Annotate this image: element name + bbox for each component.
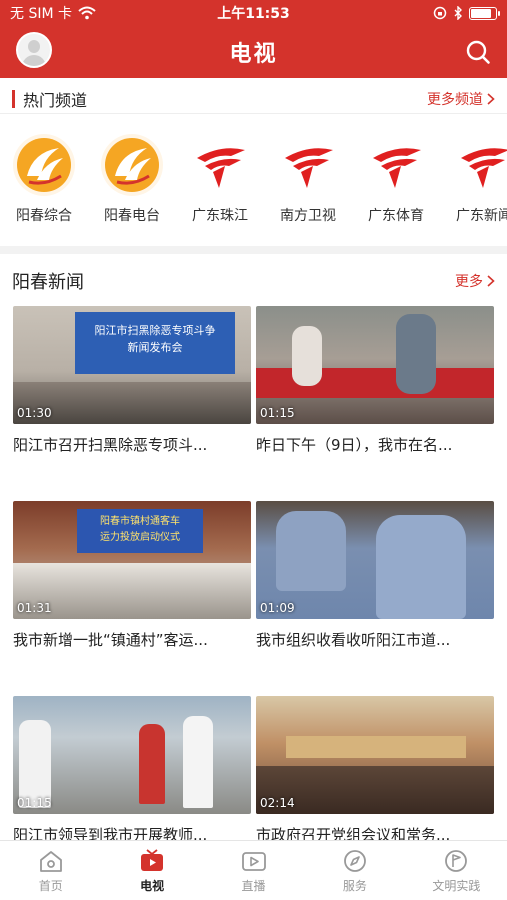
video-duration: 01:30 [17, 406, 52, 420]
news-header: 阳春新闻 更多 [0, 264, 507, 298]
tab-label: 首页 [38, 879, 63, 893]
news-title: 昨日下午（9日），我市在名... [256, 436, 453, 454]
chevron-right-icon [487, 92, 495, 105]
app-header: 电视 [0, 26, 507, 78]
more-channels-link[interactable]: 更多频道 [427, 89, 495, 109]
news-card[interactable]: 01:15 阳江市领导到我市开展教师... [13, 696, 251, 845]
video-thumbnail[interactable]: 01:09 [256, 501, 494, 619]
channel-carousel[interactable]: 阳春综合 阳春电台 广东珠江 南方卫视 广东体育 广东新闻 [0, 126, 507, 236]
guangdong-tv-logo-icon [189, 134, 251, 196]
guangdong-tv-logo-icon [453, 134, 507, 196]
news-card[interactable]: 阳江市扫黑除恶专项斗争 新闻发布会 01:30 阳江市召开扫黑除恶专项斗... [13, 306, 251, 455]
more-news-label: 更多 [455, 274, 483, 290]
video-duration: 01:15 [17, 796, 52, 810]
channel-name: 广东体育 [368, 208, 424, 224]
tab-label: 文明实践 [432, 879, 481, 893]
news-card[interactable]: 阳春市镇村通客车 运力投放启动仪式 01:31 我市新增一批“镇通村”客运... [13, 501, 251, 650]
page-title: 电视 [229, 42, 278, 67]
status-bar: 无 SIM 卡 上午11:53 [0, 0, 507, 26]
channel-name: 南方卫视 [280, 208, 336, 224]
thumbnail-caption: 阳江市扫黑除恶专项斗争 新闻发布会 [75, 312, 235, 374]
channel-item[interactable]: 南方卫视 [268, 134, 348, 225]
compass-icon [344, 850, 366, 872]
video-thumbnail[interactable]: 01:15 [256, 306, 494, 424]
channel-name: 广东珠江 [192, 208, 248, 224]
news-title: 我市组织收看收听阳江市道... [256, 631, 451, 649]
channel-item[interactable]: 广东新闻 [444, 134, 507, 225]
channel-item[interactable]: 广东体育 [356, 134, 436, 225]
news-card[interactable]: 01:09 我市组织收看收听阳江市道... [256, 501, 494, 650]
section-divider [0, 246, 507, 254]
channel-name: 阳春综合 [16, 208, 72, 224]
more-channels-label: 更多频道 [427, 91, 483, 108]
video-thumbnail[interactable]: 阳江市扫黑除恶专项斗争 新闻发布会 01:30 [13, 306, 251, 424]
live-video-icon [241, 852, 266, 871]
tab-label: 直播 [241, 879, 266, 893]
home-icon [39, 851, 62, 872]
tv-icon [141, 849, 164, 871]
news-title: 阳江市召开扫黑除恶专项斗... [13, 436, 208, 454]
bottom-tab-bar: 首页 电视 直播 服务 文明实践 [0, 840, 507, 900]
channel-item[interactable]: 阳春电台 [92, 134, 172, 225]
battery-fill [471, 8, 491, 18]
yangchun-logo-icon [13, 134, 75, 196]
battery-icon [469, 6, 500, 20]
news-section-title: 阳春新闻 [12, 272, 84, 293]
user-avatar[interactable] [16, 32, 52, 68]
tab-home[interactable]: 首页 [0, 841, 101, 900]
channel-name: 阳春电台 [104, 208, 160, 224]
tab-label: 电视 [140, 879, 165, 893]
video-duration: 01:31 [17, 601, 52, 615]
chevron-right-icon [487, 275, 495, 287]
channel-item[interactable]: 阳春综合 [4, 134, 84, 225]
video-thumbnail[interactable]: 阳春市镇村通客车 运力投放启动仪式 01:31 [13, 501, 251, 619]
flag-badge-icon [445, 850, 468, 872]
search-icon[interactable] [465, 39, 491, 65]
news-title: 我市新增一批“镇通村”客运... [13, 631, 208, 649]
news-card[interactable]: 02:14 市政府召开党组会议和常务... [256, 696, 494, 845]
thumbnail-caption: 阳春市镇村通客车 运力投放启动仪式 [77, 509, 203, 553]
hot-channels-header: 热门频道 更多频道 [0, 84, 507, 114]
video-duration: 01:09 [260, 601, 295, 615]
tab-label: 服务 [342, 879, 367, 893]
guangdong-tv-logo-icon [365, 134, 427, 196]
video-thumbnail[interactable]: 01:15 [13, 696, 251, 814]
lock-rotation-icon [433, 6, 447, 20]
yangchun-logo-icon [101, 134, 163, 196]
video-duration: 02:14 [260, 796, 295, 810]
bluetooth-icon [454, 6, 462, 20]
tab-services[interactable]: 服务 [304, 841, 405, 900]
hot-channels-title: 热门频道 [23, 90, 88, 110]
wifi-icon [78, 6, 96, 20]
carrier-label: 无 SIM 卡 [10, 6, 72, 22]
tab-civilization-practice[interactable]: 文明实践 [406, 841, 507, 900]
news-card[interactable]: 01:15 昨日下午（9日），我市在名... [256, 306, 494, 455]
status-time: 上午11:53 [217, 6, 290, 22]
video-thumbnail[interactable]: 02:14 [256, 696, 494, 814]
channel-name: 广东新闻 [456, 208, 507, 224]
tab-live[interactable]: 直播 [203, 841, 304, 900]
guangdong-tv-logo-icon [277, 134, 339, 196]
tab-tv[interactable]: 电视 [101, 841, 202, 900]
section-accent-bar [12, 89, 15, 108]
video-duration: 01:15 [260, 406, 295, 420]
more-news-link[interactable]: 更多 [455, 271, 495, 291]
channel-item[interactable]: 广东珠江 [180, 134, 260, 225]
